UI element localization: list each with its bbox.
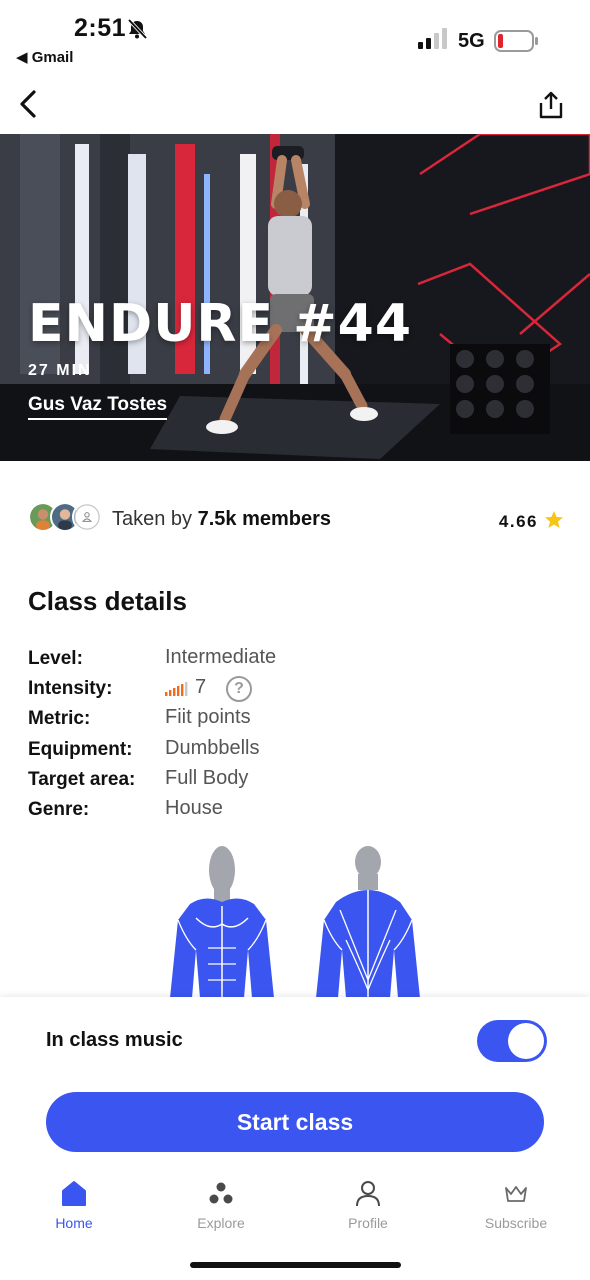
detail-key: Target area: <box>28 768 136 790</box>
battery-icon <box>494 30 538 52</box>
detail-value: Intermediate <box>165 646 277 668</box>
tab-label: Subscribe <box>484 1215 548 1231</box>
detail-key: Level: <box>28 648 83 669</box>
detail-key: Intensity: <box>28 678 113 700</box>
coach-name-link[interactable]: Gus Vaz Tostes <box>28 394 168 420</box>
in-class-music-label: In class music <box>46 1029 183 1051</box>
status-bar: 2:51 ◀ Gmail 5G <box>0 0 590 80</box>
intensity-value: 7 <box>195 676 207 699</box>
back-to-app-link[interactable]: ◀ Gmail <box>16 48 73 66</box>
in-class-music-toggle[interactable] <box>477 1020 547 1062</box>
star-icon <box>545 511 563 528</box>
chevron-left-icon[interactable] <box>14 88 46 120</box>
avatar-placeholder-icon <box>72 502 102 532</box>
tab-subscribe[interactable]: Subscribe <box>456 1175 576 1235</box>
start-class-button[interactable]: Start class <box>46 1092 544 1152</box>
taken-by-text: Taken by 7.5k members <box>112 508 331 531</box>
tab-label: Explore <box>197 1215 245 1231</box>
detail-row-metric: Metric: Fiit points <box>28 704 548 734</box>
bell-slash-icon <box>127 18 148 40</box>
tab-home[interactable]: Home <box>14 1175 134 1235</box>
bottom-tab-bar: Home Explore Profile Subscribe <box>0 1175 590 1235</box>
detail-key: Metric: <box>28 708 91 730</box>
intensity-bars-icon <box>165 682 188 697</box>
detail-value: Full Body <box>165 766 249 789</box>
class-details-heading: Class details <box>28 586 187 616</box>
share-icon[interactable] <box>536 90 566 120</box>
class-rating: 4.66 <box>498 512 538 531</box>
detail-row-intensity: Intensity: 7 ? <box>28 674 548 704</box>
tab-label: Profile <box>348 1215 388 1231</box>
home-indicator[interactable] <box>190 1262 401 1268</box>
detail-value: Fiit points <box>165 706 251 729</box>
detail-key: Genre: <box>28 798 90 820</box>
intensity-help-icon[interactable]: ? <box>226 676 252 703</box>
detail-value: Dumbbells <box>165 736 260 759</box>
status-time: 2:51 <box>74 14 127 42</box>
network-type: 5G <box>458 30 485 52</box>
detail-row-genre: Genre: House <box>28 795 548 825</box>
taken-by-count: 7.5k members <box>197 508 332 530</box>
detail-row-target-area: Target area: Full Body <box>28 765 548 795</box>
tab-profile[interactable]: Profile <box>308 1175 428 1235</box>
member-avatars <box>28 502 104 536</box>
tab-label: Home <box>55 1215 93 1231</box>
detail-key: Equipment: <box>28 738 133 760</box>
bottom-action-sheet: In class music Start class <box>0 997 590 1280</box>
explore-icon <box>209 1182 233 1204</box>
signal-icon <box>418 28 447 49</box>
target-muscles-figure <box>170 846 420 998</box>
body-front-figure <box>170 846 274 998</box>
members-row: Taken by 7.5k members 4.66 <box>28 502 568 536</box>
crown-icon <box>505 1186 527 1202</box>
profile-icon <box>356 1181 380 1207</box>
class-details-list: Level: Intermediate Intensity: 7 ? Metri… <box>28 644 548 825</box>
tab-explore[interactable]: Explore <box>161 1175 281 1235</box>
detail-value: House <box>165 796 223 819</box>
class-duration: 27 MIN <box>28 362 92 379</box>
toggle-knob <box>508 1023 544 1059</box>
class-hero-image: ENDURE #44 27 MIN Gus Vaz Tostes <box>0 134 590 461</box>
body-back-figure <box>316 846 420 998</box>
detail-row-level: Level: Intermediate <box>28 644 548 674</box>
taken-by-prefix: Taken by <box>112 508 198 530</box>
detail-row-equipment: Equipment: Dumbbells <box>28 735 548 765</box>
class-title: ENDURE #44 <box>28 294 413 354</box>
home-icon <box>62 1181 86 1206</box>
